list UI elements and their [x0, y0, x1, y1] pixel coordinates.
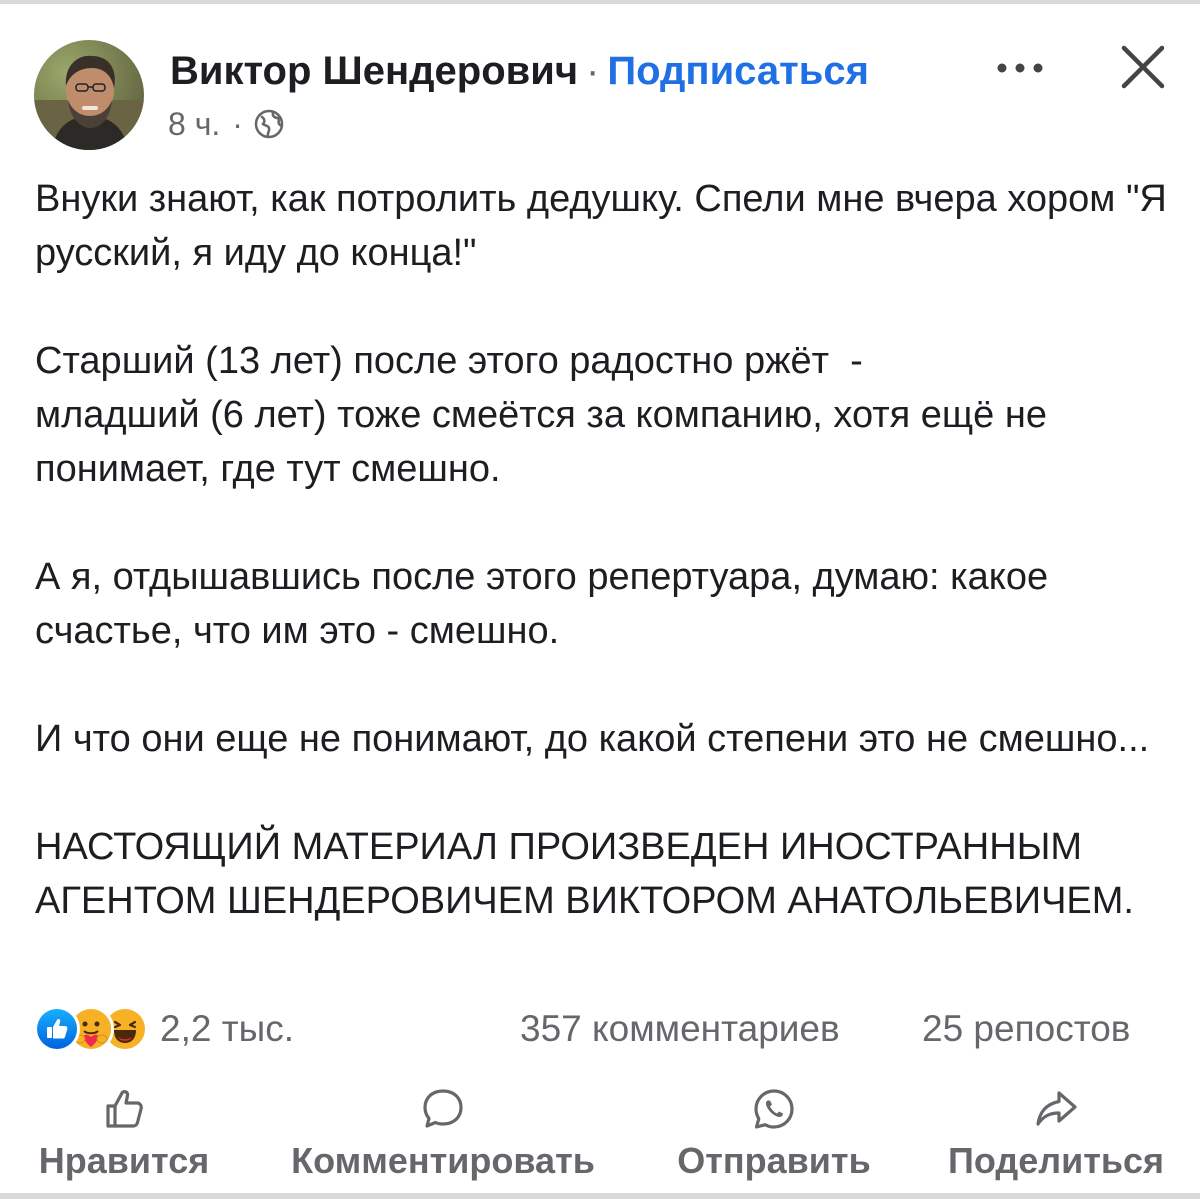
- author-name[interactable]: Виктор Шендерович: [170, 49, 578, 93]
- meta-separator: ·: [232, 106, 243, 142]
- thumbs-up-icon: [100, 1085, 148, 1133]
- more-horizontal-icon[interactable]: [996, 56, 1044, 80]
- share-icon: [1032, 1085, 1080, 1133]
- like-label: Нравится: [38, 1140, 210, 1181]
- post-paragraph: НАСТОЯЩИЙ МАТЕРИАЛ ПРОИЗВЕДЕН ИНОСТРАННЫ…: [35, 826, 1134, 922]
- post-paragraph: А я, отдышавшись после этого репертуара,…: [35, 556, 1059, 652]
- share-button[interactable]: Поделиться: [946, 1085, 1166, 1183]
- comment-label: Комментировать: [291, 1140, 595, 1181]
- like-button[interactable]: Нравится: [36, 1085, 212, 1183]
- post-header: Виктор Шендерович · Подписаться 8 ч. ·: [0, 0, 1200, 160]
- post-time[interactable]: 8 ч.: [168, 104, 220, 144]
- like-reaction-icon: [34, 1006, 80, 1052]
- author-line: Виктор Шендерович · Подписаться: [170, 46, 869, 96]
- post-paragraph: Внуки знают, как потролить дедушку. Спел…: [35, 178, 1178, 274]
- avatar-image: [34, 40, 144, 150]
- reactions-summary[interactable]: 2,2 тыс.: [34, 1006, 294, 1052]
- close-icon[interactable]: [1120, 44, 1166, 90]
- post-body: Внуки знают, как потролить дедушку. Спел…: [35, 172, 1175, 928]
- post-paragraph: И что они еще не понимают, до какой степ…: [35, 718, 1150, 760]
- post-stats: 2,2 тыс. 357 комментариев 25 репостов: [0, 1000, 1200, 1060]
- shares-count[interactable]: 25 репостов: [922, 1006, 1130, 1052]
- send-label: Отправить: [677, 1140, 871, 1181]
- comment-button[interactable]: Комментировать: [286, 1085, 600, 1183]
- avatar[interactable]: [34, 40, 144, 150]
- subscribe-button[interactable]: Подписаться: [607, 49, 869, 93]
- post-paragraph: Старший (13 лет) после этого радостно рж…: [35, 340, 1047, 490]
- reaction-count: 2,2 тыс.: [160, 1008, 295, 1049]
- globe-icon: [253, 108, 285, 140]
- separator: ·: [586, 49, 600, 93]
- post-actions: Нравится Комментировать Отправить Подели…: [0, 1085, 1200, 1185]
- share-label: Поделиться: [947, 1140, 1165, 1181]
- whatsapp-icon: [750, 1085, 798, 1133]
- post-meta: 8 ч. ·: [168, 104, 285, 144]
- send-button[interactable]: Отправить: [676, 1085, 872, 1183]
- comments-count[interactable]: 357 комментариев: [520, 1006, 840, 1052]
- bottom-divider: [0, 1193, 1200, 1199]
- comment-icon: [419, 1085, 467, 1133]
